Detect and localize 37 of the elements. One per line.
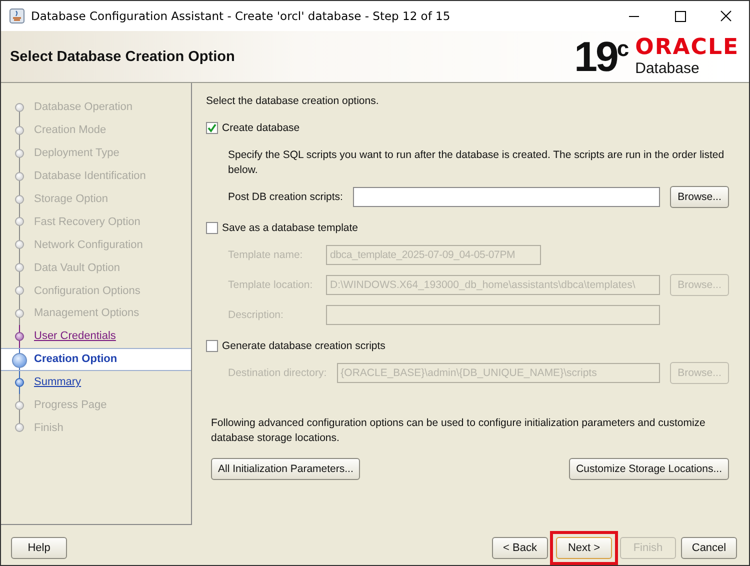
step-label: Creation Mode: [34, 124, 106, 136]
brand-logo: ORACLE: [635, 37, 739, 59]
field-label: Post DB creation scripts:: [228, 191, 343, 203]
checkbox-label: Create database: [222, 122, 300, 134]
step-label: Deployment Type: [34, 147, 120, 160]
option-button[interactable]: All Initialization Parameters...: [211, 458, 360, 480]
description-text: Specify the SQL scripts you want to run after the database is created. The scripts are run in the order listed below.: [228, 148, 726, 178]
step-label: Creation Option: [34, 353, 118, 366]
step-label: Summary: [34, 376, 82, 388]
step-label: Management Options: [34, 307, 140, 320]
step-item[interactable]: Summary: [1, 370, 191, 394]
checkbox-label: Save as a database template: [222, 222, 358, 234]
step-label: Progress Page: [34, 399, 107, 412]
option-button[interactable]: Customize Storage Locations...: [569, 458, 729, 480]
step-label: Finish: [34, 422, 64, 434]
help-button[interactable]: Help: [11, 537, 67, 559]
version-logo: 19$^{c}$: [574, 36, 630, 78]
step-label: User Credentials: [34, 330, 116, 342]
advanced-text: Following advanced configuration options can be used to configure initialization parameters and customize database storage locations.: [211, 416, 706, 446]
step-label: Network Configuration: [34, 238, 143, 251]
checkbox-label: Generate database creation scripts: [222, 340, 386, 352]
nav-button[interactable]: Cancel: [681, 537, 737, 559]
browse-button[interactable]: Browse...: [670, 186, 729, 208]
page-title: Select Database Creation Option: [10, 48, 235, 64]
step-label: Database Operation: [34, 101, 132, 114]
product-name: Database: [635, 61, 700, 76]
step-label: Fast Recovery Option: [34, 216, 140, 228]
step-label: Storage Option: [34, 193, 108, 205]
step-label: Database Identification: [34, 170, 146, 182]
current-step[interactable]: Creation Option: [1, 348, 191, 371]
nav-button[interactable]: < Back: [492, 537, 548, 559]
window-title: Database Configuration Assistant - Create 'orcl' database - Step 12 of 15: [31, 9, 450, 23]
step-item[interactable]: User Credentials: [1, 324, 191, 348]
step-label: Configuration Options: [34, 284, 140, 297]
nav-button[interactable]: Next >: [556, 537, 612, 559]
step-label: Data Vault Option: [34, 262, 120, 274]
intro-text: Select the database creation options.: [206, 95, 380, 107]
